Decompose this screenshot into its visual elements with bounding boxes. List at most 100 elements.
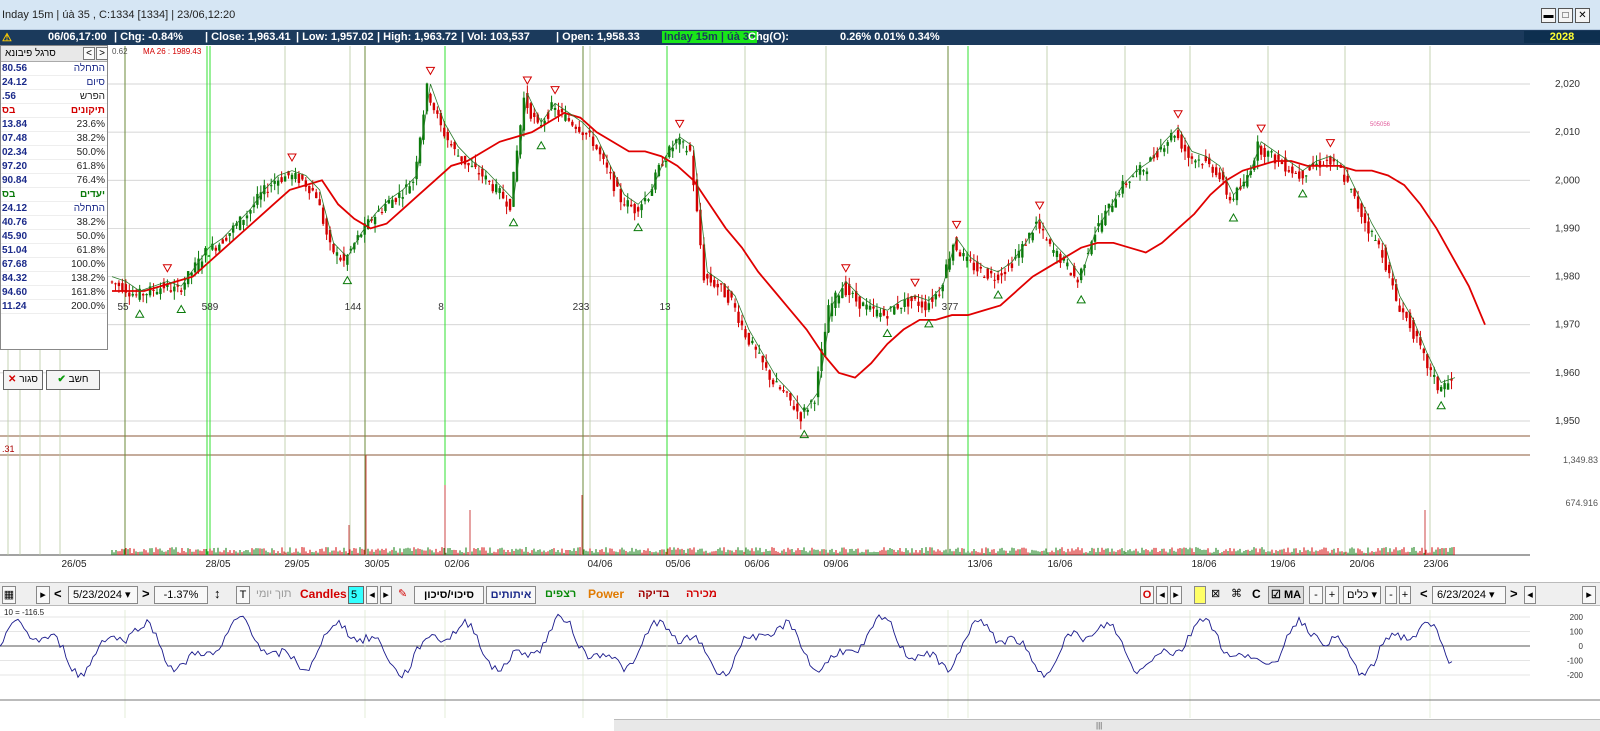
candles-increase-button[interactable]: ▸ — [380, 586, 392, 604]
fib-row-value: 84.32 — [2, 273, 28, 284]
close-window-button[interactable]: ✕ — [1575, 8, 1590, 23]
candle-body — [1398, 305, 1401, 312]
grid-icon[interactable]: ⊠ — [1211, 586, 1220, 604]
candle-body — [1052, 249, 1055, 253]
candle-body — [681, 141, 685, 143]
candle-body — [169, 290, 173, 292]
date-left-select[interactable]: 5/23/2024 ▾ — [68, 586, 138, 604]
date-right-prev-button[interactable]: < — [1420, 586, 1428, 604]
scroll-right-button[interactable]: ▸ — [36, 586, 50, 604]
link-icon[interactable]: ⌘ — [1231, 586, 1242, 604]
eraser-icon[interactable]: ✎ — [398, 586, 407, 604]
scroll-end-button[interactable]: ▸ — [1582, 586, 1596, 604]
candle-body — [460, 156, 463, 162]
tools-plus-button[interactable]: + — [1399, 586, 1411, 604]
fib-calc-button[interactable]: ✔ חשב — [46, 370, 100, 390]
candle-body — [1401, 308, 1405, 313]
candle-body — [1360, 203, 1363, 217]
horizontal-scrollbar[interactable]: ||| — [614, 719, 1600, 731]
candle-body — [290, 174, 294, 180]
candle-body — [339, 257, 342, 261]
signals-button[interactable]: איתותים — [486, 586, 536, 604]
candle-body — [778, 387, 782, 390]
candle-body — [983, 276, 986, 278]
candle-body — [495, 184, 498, 193]
fib-row-value: 67.68 — [2, 259, 28, 270]
tools-select[interactable]: כלים ▾ — [1343, 586, 1381, 604]
t-button[interactable]: T — [236, 586, 250, 604]
check-tab[interactable]: בדיקה — [638, 586, 669, 604]
up-triangle-icon — [924, 318, 934, 328]
candle-body — [996, 274, 1000, 281]
tools-select-value: כלים — [1346, 589, 1369, 601]
candle-body — [1038, 221, 1041, 229]
fib-prev-button[interactable]: < — [83, 47, 95, 60]
ma-plus-button[interactable]: + — [1325, 586, 1339, 604]
candle-body — [1111, 205, 1114, 212]
candle-body — [626, 200, 629, 207]
o-button[interactable]: O — [1140, 586, 1154, 604]
candle-body — [273, 180, 276, 184]
intraday-label[interactable]: תוך יומי — [256, 586, 292, 604]
color-square-icon[interactable] — [1194, 586, 1206, 604]
candle-body — [297, 173, 301, 183]
candle-body — [1003, 271, 1007, 275]
candle-body — [740, 320, 744, 326]
candles-input[interactable]: 5 — [348, 586, 364, 604]
candle-body — [214, 247, 218, 251]
minimize-button[interactable]: ▬ — [1541, 8, 1556, 23]
candle-body — [145, 294, 148, 296]
fib-next-button[interactable]: > — [96, 47, 108, 60]
tools-minus-button[interactable]: - — [1385, 586, 1397, 604]
fib-row: בס יעדים — [1, 188, 107, 202]
sell-tab[interactable]: מכירה — [686, 586, 717, 604]
o-next-button[interactable]: ▸ — [1170, 586, 1182, 604]
date-next-button[interactable]: > — [142, 586, 150, 604]
power-tab[interactable]: Power — [588, 586, 624, 604]
risk-reward-button[interactable]: סיכוי/סיכון — [414, 586, 484, 604]
ma-minus-button[interactable]: - — [1309, 586, 1323, 604]
date-right-select[interactable]: 6/23/2024 ▾ — [1432, 586, 1506, 604]
candle-body — [446, 131, 449, 141]
c-button[interactable]: C — [1252, 586, 1261, 604]
fib-close-button[interactable]: ✕ סגור — [3, 370, 43, 390]
candle-body — [501, 191, 505, 199]
candle-body — [938, 294, 941, 296]
candle-body — [276, 180, 280, 186]
sequences-tab[interactable]: רצפים — [545, 586, 576, 604]
down-triangle-icon — [674, 119, 685, 129]
title-bar: Inday 15m | úà 35 , C:1334 [1334] | 23/0… — [0, 0, 1600, 30]
fib-row-label: 138.2% — [71, 273, 105, 284]
vertical-arrows-icon[interactable]: ↕ — [214, 586, 221, 604]
maximize-button[interactable]: □ — [1558, 8, 1573, 23]
candle-body — [1128, 181, 1131, 183]
grip-icon[interactable]: ▦ — [2, 586, 16, 604]
candle-body — [1201, 164, 1204, 166]
candle-body — [155, 291, 159, 295]
price-chart[interactable]: 1,950 1,960 1,970 1,980 1,990 2,000 2,010 2,020… — [0, 45, 1600, 585]
down-triangle-icon — [840, 264, 851, 273]
ma-toggle[interactable]: ☑ MA — [1268, 586, 1304, 604]
candle-body — [602, 153, 605, 159]
volume-axis-label: 674.916 — [1565, 498, 1598, 508]
ma-label: MA 26 : 1989.43 — [143, 47, 202, 56]
up-triangle-icon — [1076, 294, 1087, 304]
pct-change-box[interactable]: -1.37% — [154, 586, 208, 604]
scroll-thumb-grip[interactable]: ||| — [1096, 721, 1102, 730]
candle-body — [1367, 221, 1370, 234]
candles-decrease-button[interactable]: ◂ — [366, 586, 378, 604]
candle-body — [321, 207, 325, 224]
date-prev-button[interactable]: < — [54, 586, 62, 604]
y-tick-label: 1,990 — [1555, 223, 1580, 234]
down-triangle-icon — [1173, 110, 1183, 119]
candle-body — [1232, 198, 1235, 200]
candle-body — [394, 198, 398, 202]
candle-body — [581, 132, 584, 136]
date-right-next-button[interactable]: > — [1510, 586, 1518, 604]
fib-row: 45.90 50.0% — [1, 230, 107, 244]
o-prev-button[interactable]: ◂ — [1156, 586, 1168, 604]
warning-icon: ⚠ — [2, 32, 12, 44]
scroll-left-button[interactable]: ◂ — [1524, 586, 1536, 604]
oscillator-chart[interactable]: 200 100 0 -100 -200 — [0, 607, 1600, 719]
y-tick-label: 1,960 — [1555, 368, 1580, 379]
